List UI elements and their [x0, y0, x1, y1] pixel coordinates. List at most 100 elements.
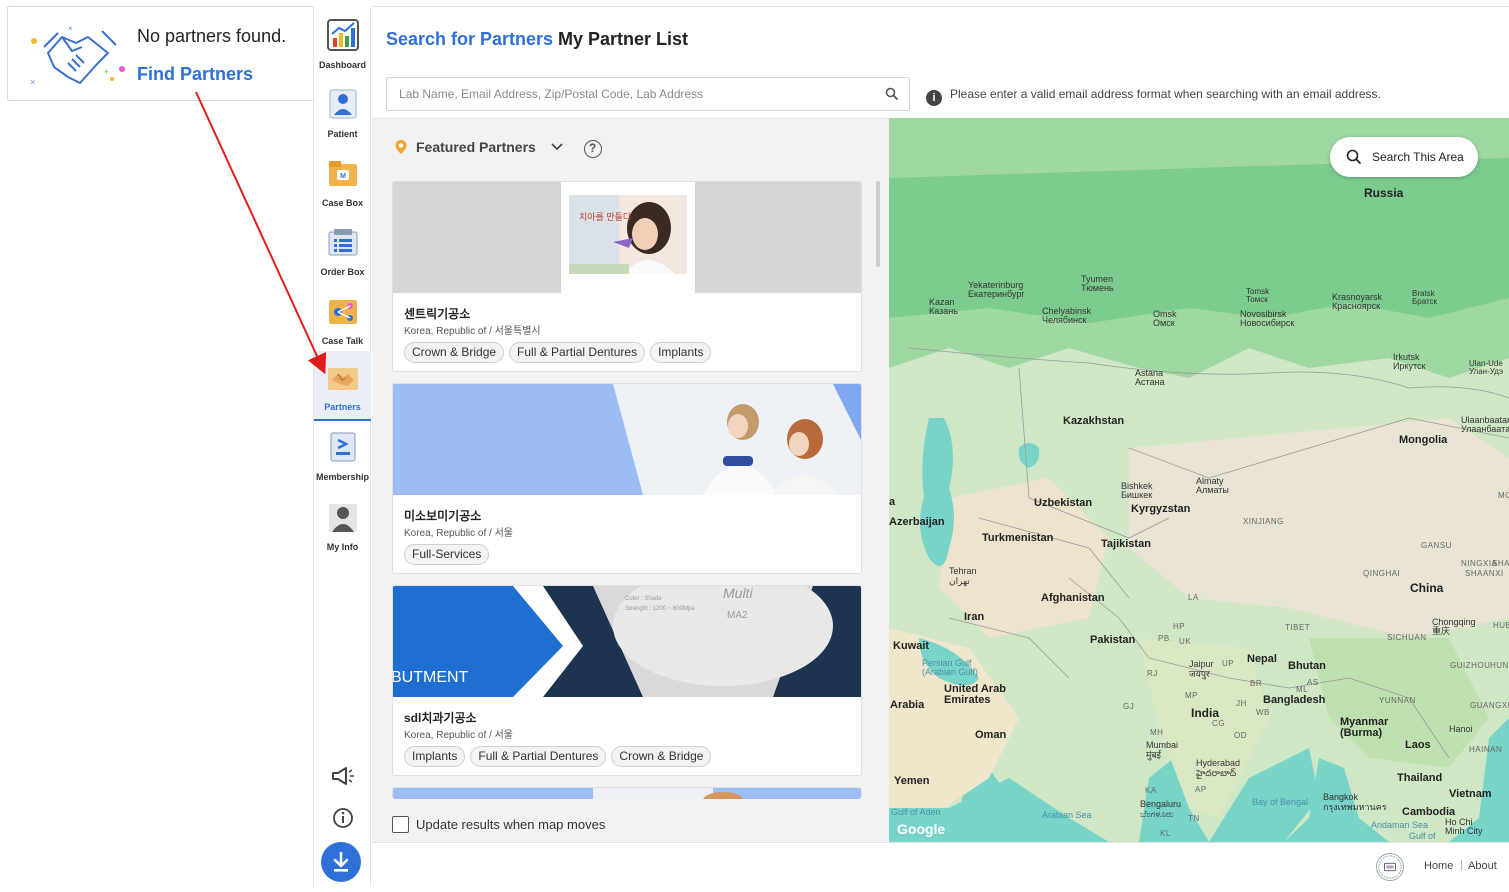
map-label-gulf-of: Gulf of: [1409, 831, 1436, 841]
partner-banner-image: [393, 384, 861, 495]
partner-card[interactable]: 미소보미기공소 Korea, Republic of / 서울 Full-Ser…: [392, 383, 862, 574]
sidebar-item-label: Patient: [327, 129, 358, 139]
partner-card[interactable]: 치아를 만들다 센트릭기공소 Korea, Republic of / 서울특별…: [392, 181, 862, 372]
update-results-row[interactable]: Update results when map moves: [392, 816, 605, 833]
map-label-tibet: TIBET: [1285, 623, 1311, 632]
map-label-bhutan: Bhutan: [1288, 660, 1326, 672]
search-icon[interactable]: [885, 87, 899, 101]
sidebar-item-label: Membership: [315, 472, 369, 482]
map-label-nepal: Nepal: [1247, 653, 1277, 665]
partner-location: Korea, Republic of / 서울특별시: [404, 326, 541, 337]
map-label-yekaterinburg: Yekaterinburg Екатеринбург: [968, 280, 1025, 299]
partner-search-input[interactable]: [399, 78, 869, 110]
partner-name: 센트릭기공소: [404, 307, 471, 321]
tab-my-partner-list[interactable]: My Partner List: [558, 29, 688, 50]
map-label-hainan: HAINAN: [1469, 745, 1503, 754]
featured-partners-header[interactable]: Featured Partners ?: [394, 139, 602, 158]
sidebar-item-label: Partners: [324, 402, 361, 412]
partners-handshake-icon: [328, 368, 358, 390]
map-label-cg: CG: [1212, 719, 1225, 728]
update-results-checkbox[interactable]: [392, 816, 409, 833]
footer-home-link[interactable]: Home: [1424, 860, 1453, 872]
search-this-area-button[interactable]: Search This Area: [1330, 137, 1478, 177]
map-label-oman: Oman: [975, 729, 1007, 741]
sidebar-item-label: Order Box: [320, 267, 365, 277]
footer-about-link[interactable]: About: [1468, 860, 1497, 872]
map-label-gansu: GANSU: [1421, 541, 1452, 550]
map-label-omsk: Omsk Омск: [1153, 309, 1177, 328]
svg-text:+: +: [104, 67, 109, 77]
membership-icon: [330, 432, 356, 462]
map-label-as: AS: [1307, 678, 1319, 687]
map-label-hp: HP: [1173, 622, 1186, 631]
sidebar-item-case-talk[interactable]: Case Talk: [314, 288, 371, 356]
map-label-rj: RJ: [1147, 669, 1158, 678]
find-partners-link[interactable]: Find Partners: [137, 64, 253, 85]
map-label-astana: Astana Астана: [1135, 368, 1165, 387]
map-label-mp: MP: [1185, 691, 1198, 700]
map-label-bengaluru: Bengaluru ಬೆಂಗಳೂರು: [1140, 799, 1182, 819]
map-label-tomsk: Tomsk Томск: [1246, 287, 1270, 304]
main-content: Search for Partners My Partner List i Ple…: [372, 6, 1509, 887]
map-label-arabia: Arabia: [890, 699, 925, 711]
map-label-od: OD: [1234, 731, 1247, 740]
partner-tag: Implants: [650, 342, 712, 363]
chevron-down-icon[interactable]: [550, 142, 564, 152]
sidebar-item-case-box[interactable]: M Case Box: [314, 150, 371, 218]
map-label-sichuan: SICHUAN: [1387, 633, 1427, 642]
sidebar-item-my-info[interactable]: My Info: [314, 494, 371, 562]
dashboard-chart-icon: [327, 19, 359, 51]
sidebar-item-order-box[interactable]: Order Box: [314, 219, 371, 287]
tab-search-for-partners[interactable]: Search for Partners: [386, 29, 553, 50]
map-label-tajikistan: Tajikistan: [1101, 538, 1151, 550]
map-label-yemen: Yemen: [894, 775, 930, 787]
map-label-bangladesh: Bangladesh: [1263, 694, 1326, 706]
partner-location: Korea, Republic of / 서울: [404, 528, 514, 539]
handshake-illustration-icon: × × +: [30, 24, 125, 87]
map-label-kuwait: Kuwait: [893, 640, 930, 652]
partner-banner-image: [393, 788, 861, 799]
map-label-gj: GJ: [1123, 702, 1135, 711]
sidebar-item-membership[interactable]: Membership: [314, 424, 371, 492]
map-label-guizhou: GUIZHOU: [1450, 661, 1491, 670]
map-label-mo: MO: [1498, 491, 1509, 500]
map-label-chongqing: Chongqing 重庆: [1432, 617, 1476, 636]
download-button[interactable]: [321, 842, 361, 882]
patient-icon: [329, 89, 357, 119]
map-label-a: a: [889, 496, 896, 508]
map-label-qinghai: QINGHAI: [1363, 569, 1401, 578]
partner-list-panel: Featured Partners ? 치아를 만들다 센트릭기공소 Korea…: [372, 118, 889, 842]
map-label-up: UP: [1222, 659, 1235, 668]
map-label-sha: SHA: [1492, 559, 1509, 568]
sidebar-item-partners[interactable]: Partners: [314, 351, 371, 421]
map-label-persian-gulf: Persian Gulf (Arabian Gulf): [922, 658, 979, 677]
sidebar-item-patient[interactable]: Patient: [314, 81, 371, 149]
map-label-ulan-ude: Ulan-Ude Улан-Удэ: [1469, 359, 1504, 376]
search-icon: [1346, 149, 1362, 165]
map-label-irkutsk: Irkutsk Иркутск: [1393, 352, 1426, 371]
partner-card[interactable]: Multi MA2 Color : Shade Strength : 1200 …: [392, 585, 862, 776]
featured-partners-label: Featured Partners: [416, 139, 536, 155]
map-label-iran: Iran: [964, 611, 985, 623]
map-label-bishkek: Bishkek Бишкек: [1121, 481, 1153, 500]
banner-main-text: BUTMENT: [393, 669, 469, 686]
help-icon[interactable]: ?: [583, 140, 602, 158]
partner-tags: Crown & Bridge Full & Partial Dentures Imp…: [404, 342, 716, 363]
map-label-mh: MH: [1150, 728, 1164, 737]
map-label-kazan: Kazan Казань: [929, 297, 958, 316]
banner-korean-text: 치아를 만들다: [579, 211, 632, 222]
partner-location: Korea, Republic of / 서울: [404, 730, 514, 741]
megaphone-icon[interactable]: [328, 761, 358, 791]
map-label-kyrgyzstan: Kyrgyzstan: [1131, 503, 1191, 515]
map-label-uzbekistan: Uzbekistan: [1034, 497, 1093, 509]
map-label-laos: Laos: [1405, 739, 1431, 751]
map-label-ka: KA: [1145, 786, 1157, 795]
list-scrollbar[interactable]: [876, 181, 880, 267]
sidebar-item-dashboard[interactable]: Dashboard: [314, 12, 371, 80]
sidebar-item-label: Case Box: [321, 198, 364, 208]
partner-map[interactable]: Search This Area Russia Kazakhstan Mongo…: [889, 118, 1509, 842]
info-icon[interactable]: [328, 803, 358, 833]
svg-text:×: ×: [68, 24, 73, 33]
map-label-la: LA: [1188, 593, 1199, 602]
partner-card-partial[interactable]: [392, 787, 862, 799]
